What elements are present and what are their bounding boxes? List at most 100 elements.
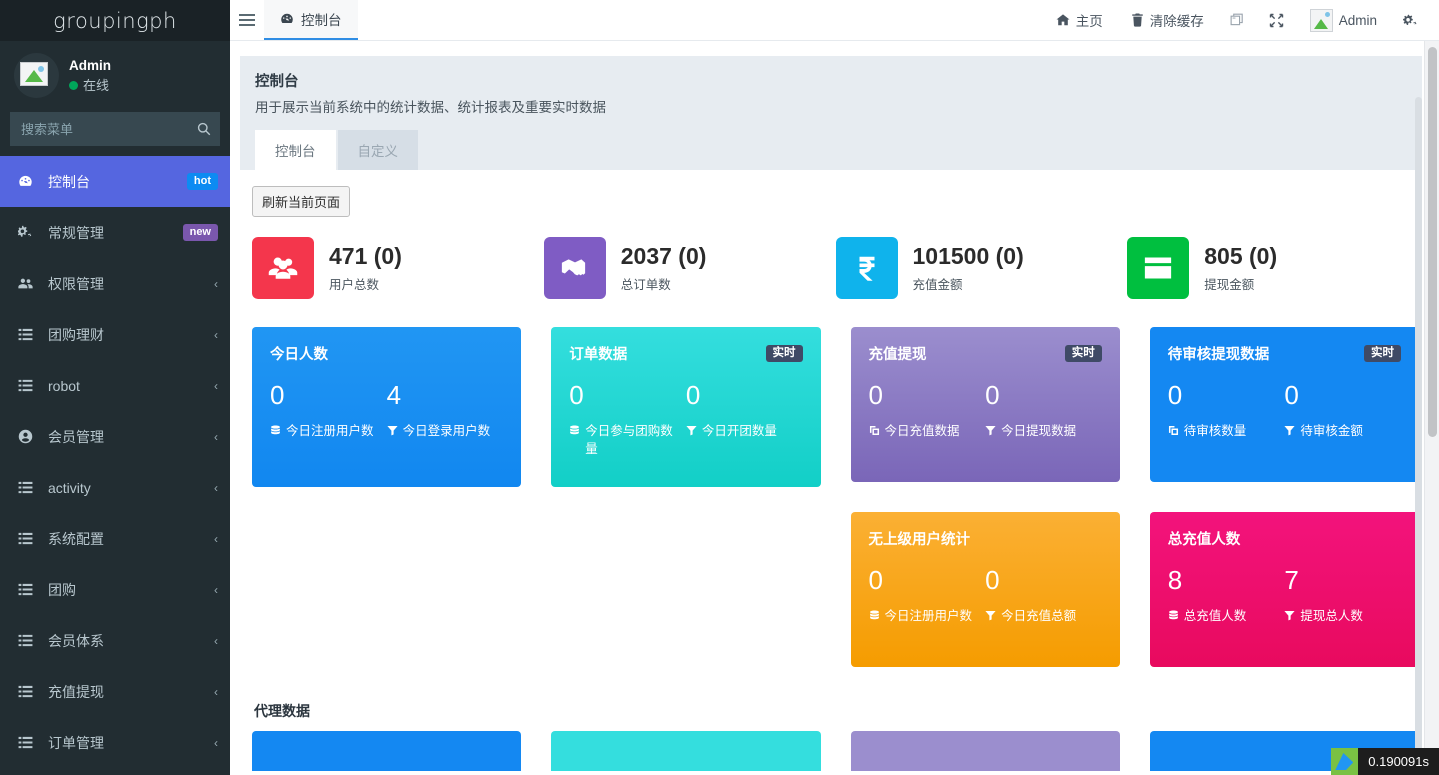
user-name: Admin — [69, 56, 111, 76]
tiles-grid: 今日人数0今日注册用户数4今日登录用户数 订单数据实时 0今日参与团购数量 0 今日开团… — [252, 327, 1419, 667]
stat-card-2[interactable]: 101500 (0)充值金额 — [836, 237, 1128, 299]
tile-card[interactable]: 总充值人数8总充值人数7提现总人数 — [1150, 512, 1419, 667]
sidebar-search — [0, 112, 230, 156]
tile-card[interactable]: 待审核提现数据实时0待审核数量0待审核金额 — [1150, 327, 1419, 482]
sidebar-item-0[interactable]: 控制台hot — [0, 156, 230, 207]
sidebar-item-4[interactable]: robot‹ — [0, 360, 230, 411]
hamburger-icon[interactable] — [230, 0, 264, 40]
tile-stat: 0今日注册用户数 — [869, 567, 986, 626]
search-icon[interactable] — [188, 112, 220, 146]
sidebar-item-10[interactable]: 充值提现‹ — [0, 666, 230, 717]
tile-card[interactable]: 今日人数0今日注册用户数4今日登录用户数 — [252, 327, 521, 487]
tile-stat-label: 提现总人数 — [1300, 607, 1363, 625]
avatar — [14, 53, 59, 98]
tile-stat: 0今日提现数据 — [985, 382, 1102, 441]
stat-card-0[interactable]: 471 (0) 用户总数 — [252, 237, 544, 299]
agent-tile-1[interactable] — [551, 731, 820, 771]
list-icon — [18, 582, 33, 597]
page-tab-1[interactable]: 自定义 — [338, 130, 419, 170]
stat-label: 用户总数 — [329, 274, 402, 293]
window-restore-button[interactable] — [1218, 0, 1257, 41]
agent-tile-0[interactable] — [252, 731, 521, 771]
chevron-left-icon: ‹ — [214, 685, 218, 699]
clear-cache-button[interactable]: 清除缓存 — [1117, 0, 1218, 41]
cogs-icon — [18, 225, 38, 240]
tile-card[interactable]: 无上级用户统计0今日注册用户数0今日充值总额 — [851, 512, 1120, 667]
filter-icon — [985, 608, 996, 626]
stat-value: 471 (0) — [329, 243, 402, 269]
sidebar-item-label: 权限管理 — [48, 274, 204, 294]
tile-title: 今日人数 — [270, 343, 328, 364]
sidebar-item-9[interactable]: 会员体系‹ — [0, 615, 230, 666]
tile-card[interactable]: 充值提现实时0今日充值数据0今日提现数据 — [851, 327, 1120, 482]
chevron-left-icon: ‹ — [214, 277, 218, 291]
tile-stat-value: 0 — [1168, 382, 1277, 408]
inner-scrollbar[interactable] — [1415, 97, 1422, 775]
tile-stat: 0待审核数量 — [1168, 382, 1285, 441]
tile-stat-value: 0 — [869, 567, 978, 593]
stat-cards-row: 471 (0)用户总数2037 (0)总订单数101500 (0)充值金额805… — [252, 237, 1419, 299]
user-menu[interactable]: Admin — [1296, 0, 1391, 41]
tile-stat-sub: 今日充值数据 — [869, 422, 978, 441]
tile-header: 充值提现实时 — [869, 343, 1102, 364]
tile-card[interactable]: 订单数据实时0今日参与团购数量0今日开团数量 — [551, 327, 820, 487]
sidebar-item-2[interactable]: 权限管理 ‹ — [0, 258, 230, 309]
users-icon — [18, 276, 38, 291]
clone-icon — [869, 425, 880, 436]
filter-icon — [985, 425, 996, 436]
page-scrollbar-thumb[interactable] — [1428, 47, 1437, 437]
list-icon — [18, 327, 33, 342]
sidebar-item-6[interactable]: activity‹ — [0, 462, 230, 513]
sidebar: groupingph Admin 在线 控制台hot常规管理new 权限管理 ‹ 团购… — [0, 0, 230, 775]
refresh-page-button[interactable]: 刷新当前页面 — [252, 186, 350, 217]
sidebar-item-label: 团购 — [48, 580, 204, 600]
sidebar-menu: 控制台hot常规管理new 权限管理 ‹ 团购理财‹robot‹会员管理‹activi… — [0, 156, 230, 768]
database-icon — [869, 610, 880, 621]
brand-logo[interactable]: groupingph — [0, 0, 230, 41]
filter-icon — [1284, 608, 1295, 626]
topbar-tab-dashboard[interactable]: 控制台 — [264, 0, 358, 40]
database-icon — [569, 425, 580, 436]
sidebar-item-11[interactable]: 订单管理‹ — [0, 717, 230, 768]
chevron-left-icon: ‹ — [214, 379, 218, 393]
list-icon — [18, 378, 33, 393]
handshake-icon — [544, 237, 606, 299]
fullscreen-button[interactable] — [1257, 0, 1296, 41]
leaf-icon — [1331, 748, 1358, 775]
tile-stat-sub: 待审核金额 — [1284, 422, 1393, 441]
tile-title: 待审核提现数据 — [1168, 343, 1270, 364]
tile-title: 充值提现 — [869, 343, 927, 364]
clone-icon — [1168, 423, 1179, 441]
filter-icon — [387, 423, 398, 441]
rupee-icon — [836, 237, 898, 299]
tile-stat-label: 今日登录用户数 — [403, 422, 491, 440]
agent-section-title: 代理数据 — [254, 701, 1419, 721]
agent-tile-2[interactable] — [851, 731, 1120, 771]
tile-stat-sub: 今日充值总额 — [985, 607, 1094, 626]
sidebar-item-3[interactable]: 团购理财‹ — [0, 309, 230, 360]
sidebar-item-1[interactable]: 常规管理new — [0, 207, 230, 258]
sidebar-user-panel[interactable]: Admin 在线 — [0, 41, 230, 112]
tile-stat-label: 待审核金额 — [1300, 422, 1363, 440]
sidebar-item-badge: hot — [187, 173, 218, 190]
tile-stat: 0今日参与团购数量 — [569, 382, 686, 458]
stat-card-1[interactable]: 2037 (0)总订单数 — [544, 237, 836, 299]
sidebar-item-badge: new — [183, 224, 218, 241]
settings-button[interactable] — [1391, 0, 1431, 41]
stat-card-3[interactable]: 805 (0)提现金额 — [1127, 237, 1419, 299]
sidebar-item-7[interactable]: 系统配置‹ — [0, 513, 230, 564]
page-scrollbar[interactable] — [1424, 41, 1439, 775]
filter-icon — [985, 423, 996, 441]
sidebar-item-5[interactable]: 会员管理‹ — [0, 411, 230, 462]
tile-stat-sub: 今日开团数量 — [686, 422, 795, 441]
page-tab-0[interactable]: 控制台 — [255, 130, 336, 170]
home-button[interactable]: 主页 — [1042, 0, 1117, 41]
stat-value: 805 (0) — [1204, 243, 1277, 269]
sidebar-item-8[interactable]: 团购‹ — [0, 564, 230, 615]
load-time-badge: 0.190091s — [1331, 748, 1439, 775]
tile-stats: 0今日注册用户数0 今日充值总额 — [869, 567, 1102, 626]
tile-header: 订单数据实时 — [569, 343, 802, 364]
user-menu-label: Admin — [1339, 13, 1377, 28]
handshake-icon — [560, 253, 590, 283]
page-content: 控制台 用于展示当前系统中的统计数据、统计报表及重要实时数据 控制台自定义 刷新… — [230, 41, 1439, 775]
